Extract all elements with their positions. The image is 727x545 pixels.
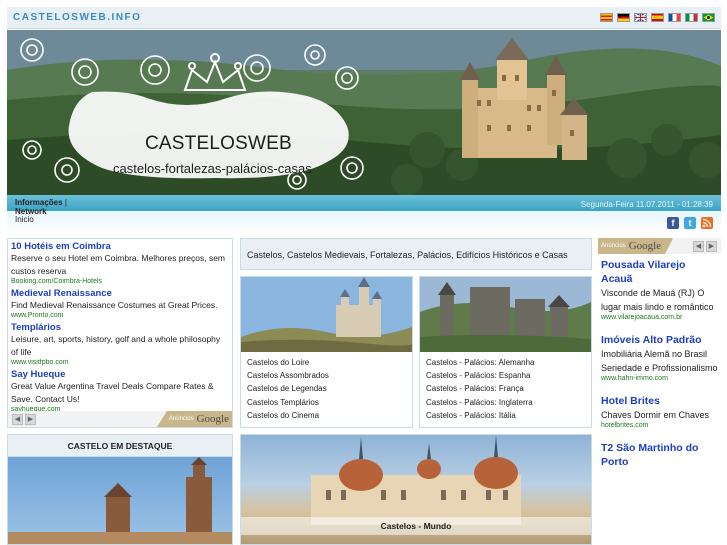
palace-photo[interactable] (420, 277, 591, 352)
list-item[interactable]: Castelos do Cinema (247, 409, 329, 422)
ad-item: 10 Hotéis em Coimbra Reserve o seu Hotel… (8, 241, 232, 286)
google-ads-badge[interactable]: Anúncios Google (156, 411, 232, 427)
brand-title: CASTELOSWEB (145, 133, 292, 154)
palacios-list: Castelos - Palácios: Alemanha Castelos -… (426, 356, 535, 422)
ad-item: Templários Leisure, art, sports, history… (8, 322, 232, 367)
list-item[interactable]: Castelos - Palácios: Inglaterra (426, 396, 535, 409)
castelos-card: Castelos do Loire Castelos Assombrados C… (240, 276, 413, 428)
next-arrow-icon[interactable]: ▶ (706, 241, 717, 252)
prev-arrow-icon[interactable]: ◀ (12, 414, 23, 425)
right-ad-header: Anúncios Google ◀ ▶ (598, 238, 721, 254)
social-icons: f t (667, 217, 713, 229)
featured-castle-photo[interactable] (8, 457, 232, 544)
spanish-flag-icon[interactable] (651, 13, 664, 22)
ad-url[interactable]: hotelbrites.com (601, 422, 718, 429)
date-time: Segunda-Feira 11.07.2011 - 01:28:39 (580, 200, 713, 209)
rss-icon[interactable] (701, 217, 713, 229)
ad-title[interactable]: Say Hueque (11, 369, 229, 380)
catalan-flag-icon[interactable] (600, 13, 613, 22)
ad-body: Imobiliária Alemã no Brasil Seriedade e … (601, 349, 718, 373)
palacios-card: Castelos - Palácios: Alemanha Castelos -… (419, 276, 592, 428)
language-flags (600, 13, 715, 22)
nav-inicio-link[interactable]: Inicio (15, 215, 34, 224)
feature-caption[interactable]: Castelos - Mundo (241, 517, 591, 535)
google-logo: Google (628, 240, 662, 252)
facebook-icon[interactable]: f (667, 217, 679, 229)
top-bar: CASTELOSWEB.INFO (7, 7, 721, 29)
twitter-icon[interactable]: t (684, 217, 696, 229)
site-name[interactable]: CASTELOSWEB.INFO (13, 12, 141, 23)
ad-url[interactable]: www.Pronto.com (11, 312, 229, 320)
ad-body: Chaves Dormir em Chaves (601, 410, 710, 420)
ad-title[interactable]: Imóveis Alto Padrão (601, 333, 718, 347)
ad-item: Imóveis Alto Padrão Imobiliária Alemã no… (598, 333, 721, 382)
ad-footer: ◀ ▶ Anúncios Google (8, 411, 232, 427)
ad-url[interactable]: www.vilarejoacaua.com.br (601, 314, 718, 321)
ads-label: Anúncios (601, 243, 626, 249)
german-flag-icon[interactable] (617, 13, 630, 22)
ad-body: Find Medieval Renaissance Costumes at Gr… (11, 300, 218, 310)
next-arrow-icon[interactable]: ▶ (25, 414, 36, 425)
ad-item: Medieval Renaissance Find Medieval Renai… (8, 288, 232, 320)
french-flag-icon[interactable] (668, 13, 681, 22)
google-ads-badge[interactable]: Anúncios Google (598, 238, 673, 254)
brazil-flag-icon[interactable] (702, 13, 715, 22)
ad-item: Hotel Brites Chaves Dormir em Chaves hot… (598, 394, 721, 429)
list-item[interactable]: Castelos Templários (247, 396, 329, 409)
navigation-bar: Informações | Network Inicio Segunda-Fei… (7, 195, 721, 233)
ad-item: T2 São Martinho do Porto (598, 441, 721, 469)
ad-body: Visconde de Mauá (RJ) O lugar mais lindo… (601, 288, 714, 312)
ad-title[interactable]: 10 Hotéis em Coimbra (11, 241, 229, 252)
ad-url[interactable]: www.hahn-immo.com (601, 375, 718, 382)
ad-body: Great Value Argentina Travel Deals Compa… (11, 381, 214, 404)
list-item[interactable]: Castelos - Palácios: Itália (426, 409, 535, 422)
ad-title[interactable]: Hotel Brites (601, 394, 718, 408)
right-ad-column: Anúncios Google ◀ ▶ Pousada Vilarejo Aca… (598, 238, 721, 545)
castle-photo[interactable] (241, 277, 412, 352)
italian-flag-icon[interactable] (685, 13, 698, 22)
nav-separator: | (64, 198, 67, 207)
ad-item: Say Hueque Great Value Argentina Travel … (8, 369, 232, 414)
ad-url[interactable]: www.visitfpbo.com (11, 359, 229, 367)
featured-castle-box: CASTELO EM DESTAQUE (7, 434, 233, 545)
castelos-list: Castelos do Loire Castelos Assombrados C… (247, 356, 329, 422)
list-item[interactable]: Castelos do Loire (247, 356, 329, 369)
ad-url[interactable]: Booking.com/Coimbra-Hotels (11, 278, 229, 286)
castelos-mundo-feature[interactable]: Castelos - Mundo (240, 434, 592, 545)
uk-flag-icon[interactable] (634, 13, 647, 22)
list-item[interactable]: Castelos de Legendas (247, 382, 329, 395)
ad-title[interactable]: T2 São Martinho do Porto (601, 441, 718, 469)
list-item[interactable]: Castelos - Palácios: Espanha (426, 369, 535, 382)
list-item[interactable]: Castelos Assombrados (247, 369, 329, 382)
prev-arrow-icon[interactable]: ◀ (693, 241, 704, 252)
left-ad-box: 10 Hotéis em Coimbra Reserve o seu Hotel… (7, 238, 233, 428)
ad-title[interactable]: Pousada Vilarejo Acauã (601, 258, 718, 286)
ad-body: Reserve o seu Hotel em Coimbra. Melhores… (11, 253, 225, 276)
brand-subtitle: castelos-fortalezas-palácios-casas (113, 161, 312, 176)
list-item[interactable]: Castelos - Palácios: França (426, 382, 535, 395)
section-title: Castelos, Castelos Medievais, Fortalezas… (240, 238, 592, 270)
nav-links: Informações | Network Inicio (15, 198, 67, 225)
header-banner: CASTELOSWEB castelos-fortalezas-palácios… (7, 30, 721, 195)
google-logo: Google (196, 413, 229, 425)
ad-title[interactable]: Templários (11, 322, 229, 333)
list-item[interactable]: Castelos - Palácios: Alemanha (426, 356, 535, 369)
ad-title[interactable]: Medieval Renaissance (11, 288, 229, 299)
ad-body: Leisure, art, sports, history, golf and … (11, 334, 221, 357)
ads-label: Anúncios (168, 416, 194, 422)
ad-item: Pousada Vilarejo Acauã Visconde de Mauá … (598, 258, 721, 321)
featured-castle-heading: CASTELO EM DESTAQUE (8, 435, 232, 457)
